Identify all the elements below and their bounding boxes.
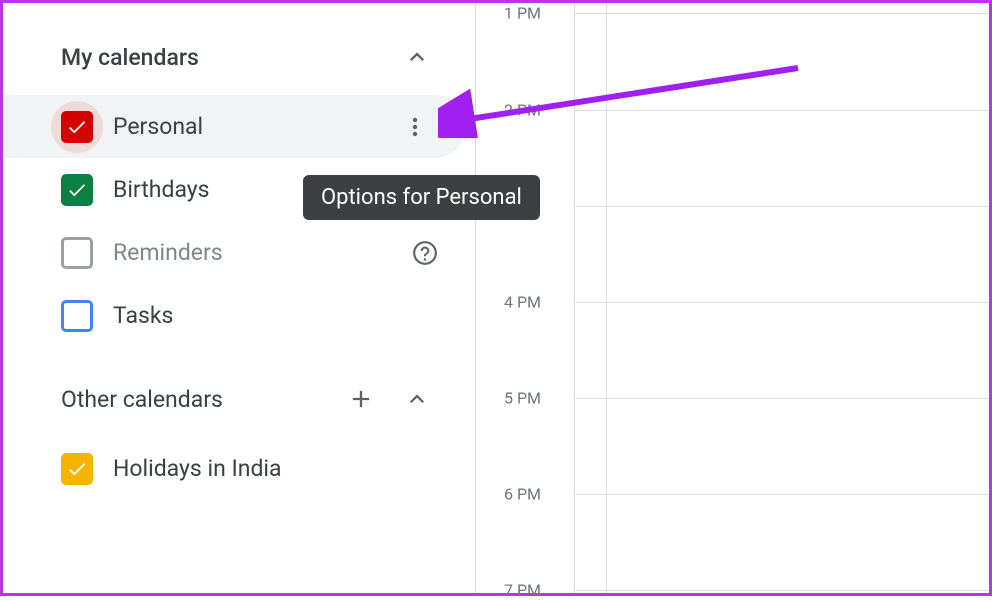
time-label: 1 PM <box>504 4 541 23</box>
chevron-up-icon[interactable] <box>399 381 435 417</box>
my-calendars-title: My calendars <box>61 44 199 71</box>
calendar-item-holidays[interactable]: Holidays in India <box>3 437 475 500</box>
time-label: 4 PM <box>504 293 541 312</box>
time-label: 5 PM <box>504 389 541 408</box>
checkbox-tasks[interactable] <box>61 300 93 332</box>
my-calendars-list: Personal Birthdays Reminders <box>3 95 475 347</box>
calendar-item-personal[interactable]: Personal <box>3 95 465 158</box>
my-calendars-header[interactable]: My calendars <box>3 33 475 81</box>
other-calendars-title: Other calendars <box>61 386 223 413</box>
calendar-label: Tasks <box>113 302 445 329</box>
other-calendars-header[interactable]: Other calendars <box>3 375 475 423</box>
calendar-label: Personal <box>113 113 395 140</box>
time-label: 6 PM <box>504 485 541 504</box>
other-calendars-list: Holidays in India <box>3 437 475 500</box>
calendar-label: Holidays in India <box>113 455 445 482</box>
calendar-label: Reminders <box>113 239 405 266</box>
calendar-item-tasks[interactable]: Tasks <box>3 284 475 347</box>
time-labels: 1 PM 2 PM 3 PM 4 PM 5 PM 6 PM 7 PM <box>476 3 989 593</box>
chevron-up-icon[interactable] <box>399 39 435 75</box>
checkbox-holidays[interactable] <box>61 453 93 485</box>
plus-icon[interactable] <box>343 381 379 417</box>
time-label: 7 PM <box>504 581 541 600</box>
kebab-menu-icon[interactable] <box>395 107 435 147</box>
checkbox-personal[interactable] <box>61 111 93 143</box>
calendar-grid[interactable]: 1 PM 2 PM 3 PM 4 PM 5 PM 6 PM 7 PM <box>475 3 989 593</box>
time-label: 2 PM <box>504 101 541 120</box>
tooltip-options: Options for Personal <box>303 175 540 220</box>
checkbox-birthdays[interactable] <box>61 174 93 206</box>
sidebar: My calendars Personal <box>3 3 475 593</box>
checkbox-reminders[interactable] <box>61 237 93 269</box>
calendar-item-reminders[interactable]: Reminders <box>3 221 475 284</box>
help-icon[interactable] <box>405 233 445 273</box>
